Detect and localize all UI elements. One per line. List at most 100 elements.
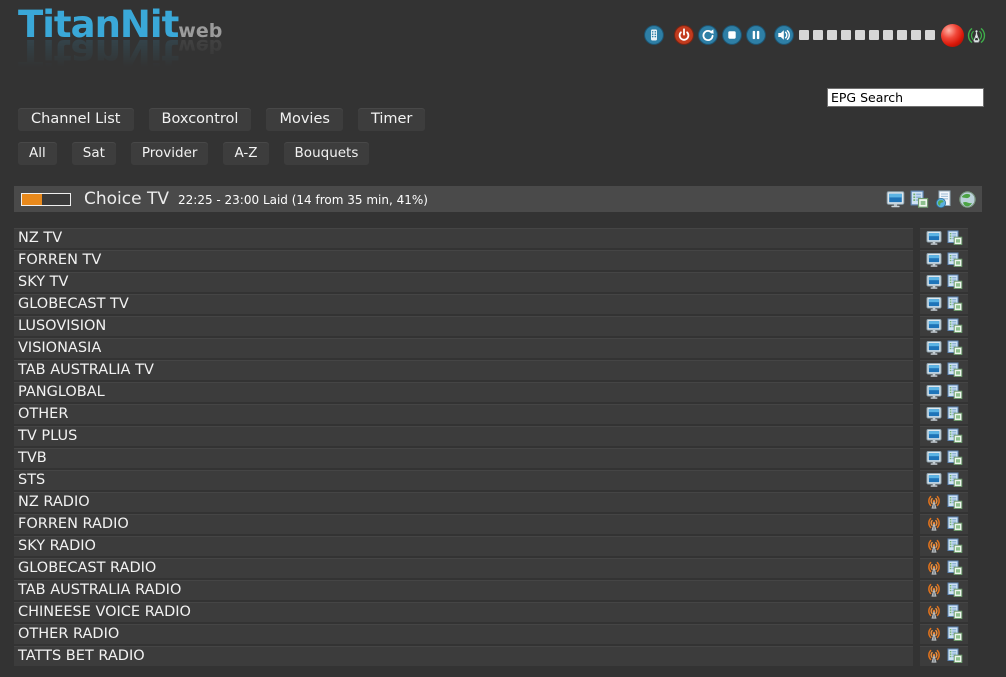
channel-name[interactable]: LUSOVISION [14,316,913,336]
tv-icon[interactable] [926,450,942,466]
volume-icon[interactable] [774,25,794,45]
epg-windows-icon[interactable] [947,472,963,488]
channel-actions [920,580,968,600]
power-icon[interactable] [674,25,694,45]
tab-timer[interactable]: Timer [358,108,425,131]
radio-icon[interactable] [926,516,942,532]
channel-name[interactable]: SKY TV [14,272,913,292]
tv-screen-icon[interactable] [886,190,905,209]
epg-progress-fill [22,194,42,205]
epg-windows-icon[interactable] [947,604,963,620]
epg-windows-icon[interactable] [947,560,963,576]
channel-name[interactable]: OTHER [14,404,913,424]
channel-row: TV PLUS [14,426,982,446]
epg-windows-icon[interactable] [947,384,963,400]
tab-boxcontrol[interactable]: Boxcontrol [149,108,252,131]
epg-windows-icon[interactable] [947,340,963,356]
volume-level-segment[interactable] [883,30,893,40]
epg-windows-icon[interactable] [947,318,963,334]
epg-windows-icon[interactable] [947,296,963,312]
tv-icon[interactable] [926,296,942,312]
epg-windows-icon[interactable] [947,538,963,554]
epg-windows-icon[interactable] [947,626,963,642]
tv-icon[interactable] [926,428,942,444]
stream-playlist-icon[interactable] [934,190,953,209]
channel-name[interactable]: VISIONASIA [14,338,913,358]
remote-control-icon[interactable] [644,25,664,45]
channel-name[interactable]: TV PLUS [14,426,913,446]
restart-icon[interactable] [698,25,718,45]
tab-movies[interactable]: Movies [266,108,342,131]
epg-windows-icon[interactable] [947,648,963,664]
channel-row: TAB AUSTRALIA RADIO [14,580,982,600]
channel-name[interactable]: PANGLOBAL [14,382,913,402]
epg-windows-icon[interactable] [910,190,929,209]
epg-windows-icon[interactable] [947,274,963,290]
tv-icon[interactable] [926,318,942,334]
channel-name[interactable]: SKY RADIO [14,536,913,556]
epg-windows-icon[interactable] [947,252,963,268]
channel-name[interactable]: STS [14,470,913,490]
radio-icon[interactable] [926,494,942,510]
epg-search-input[interactable] [827,88,984,107]
epg-windows-icon[interactable] [947,428,963,444]
channel-actions [920,338,968,358]
channel-name[interactable]: FORREN RADIO [14,514,913,534]
volume-level-segment[interactable] [897,30,907,40]
volume-level-segment[interactable] [841,30,851,40]
volume-level-segment[interactable] [799,30,809,40]
epg-windows-icon[interactable] [947,362,963,378]
tv-icon[interactable] [926,252,942,268]
current-channel-name: Choice TV [84,189,169,209]
epg-windows-icon[interactable] [947,516,963,532]
channel-name[interactable]: NZ RADIO [14,492,913,512]
channel-name[interactable]: TVB [14,448,913,468]
epg-windows-icon[interactable] [947,230,963,246]
tv-icon[interactable] [926,472,942,488]
epg-windows-icon[interactable] [947,406,963,422]
channel-name[interactable]: CHINEESE VOICE RADIO [14,602,913,622]
radio-icon[interactable] [926,538,942,554]
filter-bouquets[interactable]: Bouquets [284,142,370,165]
channel-name[interactable]: OTHER RADIO [14,624,913,644]
filter-sat[interactable]: Sat [72,142,116,165]
channel-name[interactable]: GLOBECAST TV [14,294,913,314]
tv-icon[interactable] [926,384,942,400]
epg-windows-icon[interactable] [947,494,963,510]
filter-all[interactable]: All [18,142,57,165]
channel-name[interactable]: GLOBECAST RADIO [14,558,913,578]
radio-icon[interactable] [926,604,942,620]
filter-provider[interactable]: Provider [131,142,209,165]
tv-icon[interactable] [926,230,942,246]
pause-icon[interactable] [746,25,766,45]
channel-row: OTHER [14,404,982,424]
channel-name[interactable]: FORREN TV [14,250,913,270]
filter-a-z[interactable]: A-Z [223,142,268,165]
tv-icon[interactable] [926,340,942,356]
tv-icon[interactable] [926,362,942,378]
channel-row: PANGLOBAL [14,382,982,402]
radio-icon[interactable] [926,582,942,598]
stop-icon[interactable] [722,25,742,45]
radio-icon[interactable] [926,560,942,576]
channel-row: VISIONASIA [14,338,982,358]
radio-icon[interactable] [926,626,942,642]
radio-icon[interactable] [926,648,942,664]
channel-row: FORREN RADIO [14,514,982,534]
volume-level-segment[interactable] [925,30,935,40]
volume-level-segment[interactable] [911,30,921,40]
tv-icon[interactable] [926,274,942,290]
channel-name[interactable]: TAB AUSTRALIA RADIO [14,580,913,600]
channel-name[interactable]: NZ TV [14,228,913,248]
volume-level-segment[interactable] [869,30,879,40]
epg-windows-icon[interactable] [947,582,963,598]
volume-level-segment[interactable] [855,30,865,40]
tab-channel-list[interactable]: Channel List [18,108,134,131]
channel-name[interactable]: TAB AUSTRALIA TV [14,360,913,380]
tv-icon[interactable] [926,406,942,422]
volume-level-segment[interactable] [813,30,823,40]
epg-windows-icon[interactable] [947,450,963,466]
globe-icon[interactable] [958,190,977,209]
channel-name[interactable]: TATTS BET RADIO [14,646,913,666]
volume-level-segment[interactable] [827,30,837,40]
